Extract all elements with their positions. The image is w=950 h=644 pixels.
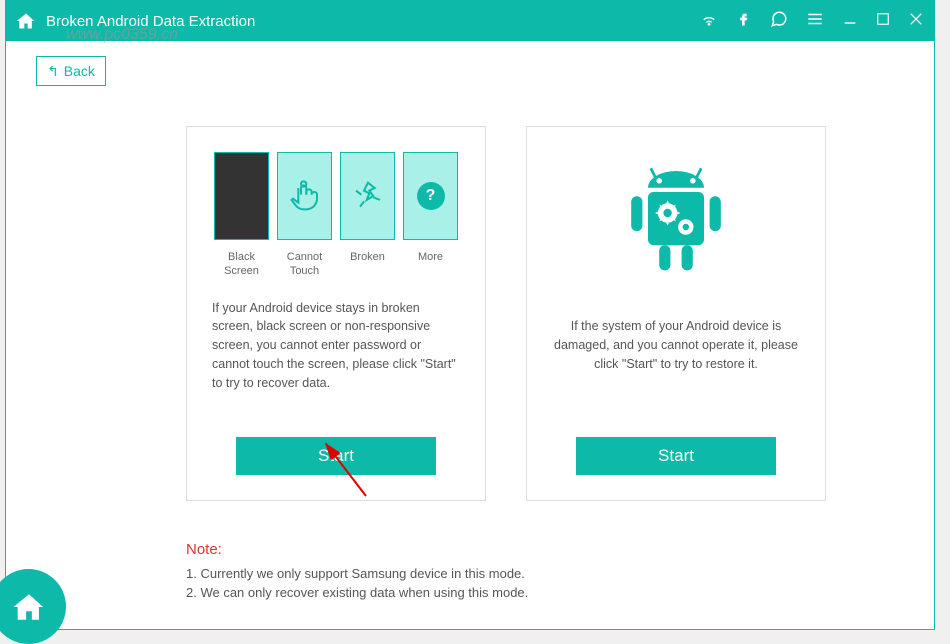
window-title: Broken Android Data Extraction xyxy=(46,13,255,30)
question-icon: ? xyxy=(417,182,445,210)
back-label: Back xyxy=(64,63,95,79)
recover-description: If your Android device stays in broken s… xyxy=(207,299,465,422)
note-item-1: 1. Currently we only support Samsung dev… xyxy=(186,566,874,581)
notes-section: Note: 1. Currently we only support Samsu… xyxy=(6,521,934,600)
option-more[interactable]: ? xyxy=(403,152,458,240)
titlebar: Broken Android Data Extraction xyxy=(6,1,934,41)
android-gear-icon xyxy=(606,157,746,297)
note-title: Note: xyxy=(186,541,874,558)
start-recover-button[interactable]: Start xyxy=(236,437,436,475)
restore-description: If the system of your Android device is … xyxy=(547,317,805,422)
option-broken[interactable] xyxy=(340,152,395,240)
option-label-black: Black Screen xyxy=(214,250,269,279)
chat-icon[interactable] xyxy=(770,10,788,33)
start-restore-button[interactable]: Start xyxy=(576,437,776,475)
close-button[interactable] xyxy=(908,11,924,32)
home-icon xyxy=(16,11,36,31)
facebook-icon[interactable] xyxy=(736,11,752,32)
menu-icon[interactable] xyxy=(806,10,824,33)
recover-data-panel: ? Black Screen Cannot Touch Broken More … xyxy=(186,126,486,501)
option-label-more: More xyxy=(403,250,458,279)
maximize-button[interactable] xyxy=(876,12,890,31)
broken-icon xyxy=(352,180,384,212)
option-cannot-touch[interactable] xyxy=(277,152,332,240)
home-fab-button[interactable] xyxy=(0,569,66,644)
option-label-broken: Broken xyxy=(340,250,395,279)
home-icon xyxy=(12,590,46,624)
note-item-2: 2. We can only recover existing data whe… xyxy=(186,585,874,600)
option-black-screen[interactable] xyxy=(214,152,269,240)
minimize-button[interactable] xyxy=(842,11,858,32)
back-arrow-icon: ↰ xyxy=(47,63,59,80)
touch-icon xyxy=(289,180,321,212)
wifi-icon[interactable] xyxy=(700,10,718,33)
option-label-touch: Cannot Touch xyxy=(277,250,332,279)
restore-system-panel: If the system of your Android device is … xyxy=(526,126,826,501)
back-button[interactable]: ↰ Back xyxy=(36,56,106,86)
